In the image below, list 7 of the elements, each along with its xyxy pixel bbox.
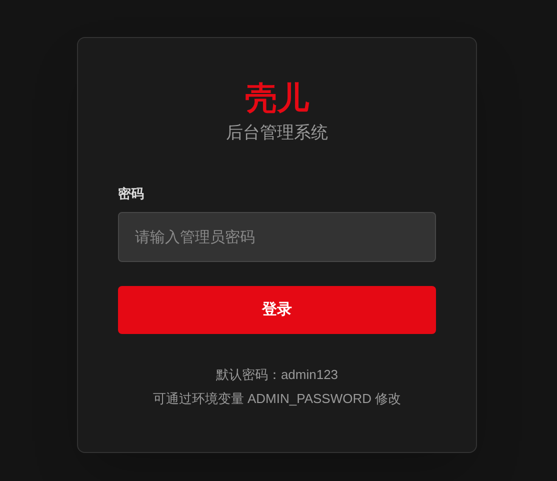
hint-text: 默认密码：admin123	[216, 366, 338, 384]
hint-text: 可通过环境变量 ADMIN_PASSWORD 修改	[152, 390, 402, 408]
password-label: 密码	[118, 185, 144, 203]
password-field[interactable]: 请输入管理员密码	[118, 212, 436, 262]
app-subtitle: 后台管理系统	[225, 122, 329, 144]
app-title: 壳儿	[244, 79, 310, 118]
login-button[interactable]: 登录	[118, 286, 436, 334]
